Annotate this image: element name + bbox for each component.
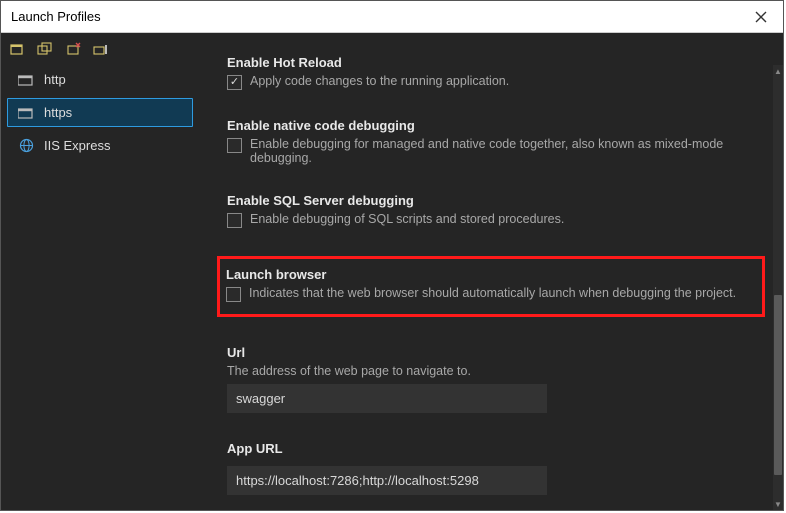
native-debug-checkbox[interactable] [227,138,242,153]
sql-debug-checkbox[interactable] [227,213,242,228]
section-native-debug: Enable native code debugging Enable debu… [227,118,755,165]
profile-label: http [44,72,66,87]
profile-item-iis-express[interactable]: IIS Express [7,131,193,160]
profile-toolbar [1,37,199,65]
rename-profile-icon[interactable] [93,41,111,57]
dialog-body: http https IIS Express Enable H [1,33,783,510]
titlebar: Launch Profiles [1,1,783,33]
section-desc: Indicates that the web browser should au… [249,286,736,300]
close-button[interactable] [739,1,783,33]
scroll-up-icon[interactable]: ▲ [773,65,783,77]
section-desc: Enable debugging of SQL scripts and stor… [250,212,564,226]
globe-icon [18,139,34,153]
section-title: Enable Hot Reload [227,55,755,70]
launch-profiles-dialog: Launch Profiles [0,0,784,511]
section-title: Url [227,345,755,360]
section-title: Enable SQL Server debugging [227,193,755,208]
hot-reload-checkbox[interactable] [227,75,242,90]
project-icon [18,73,34,87]
profile-label: IIS Express [44,138,110,153]
section-app-url: App URL [227,441,755,495]
settings-panel: Enable Hot Reload Apply code changes to … [199,33,783,510]
new-profile-icon[interactable] [9,41,27,57]
section-launch-browser: Launch browser Indicates that the web br… [217,256,765,317]
section-url: Url The address of the web page to navig… [227,345,755,413]
url-input[interactable] [227,384,547,413]
section-desc: Apply code changes to the running applic… [250,74,509,88]
section-title: App URL [227,441,755,456]
section-desc: The address of the web page to navigate … [227,364,755,378]
window-title: Launch Profiles [11,9,101,24]
profile-item-https[interactable]: https [7,98,193,127]
section-desc: Enable debugging for managed and native … [250,137,755,165]
profile-item-http[interactable]: http [7,65,193,94]
section-title: Launch browser [226,267,752,282]
scroll-down-icon[interactable]: ▼ [773,498,783,510]
app-url-input[interactable] [227,466,547,495]
project-icon [18,106,34,120]
vertical-scrollbar[interactable]: ▲ ▼ [773,65,783,510]
duplicate-profile-icon[interactable] [37,41,55,57]
launch-browser-checkbox[interactable] [226,287,241,302]
profile-list: http https IIS Express [1,65,199,160]
section-sql-debug: Enable SQL Server debugging Enable debug… [227,193,755,228]
section-title: Enable native code debugging [227,118,755,133]
scroll-thumb[interactable] [774,295,782,475]
section-hot-reload: Enable Hot Reload Apply code changes to … [227,55,755,90]
profile-label: https [44,105,72,120]
delete-profile-icon[interactable] [65,41,83,57]
sidebar: http https IIS Express [1,33,199,510]
